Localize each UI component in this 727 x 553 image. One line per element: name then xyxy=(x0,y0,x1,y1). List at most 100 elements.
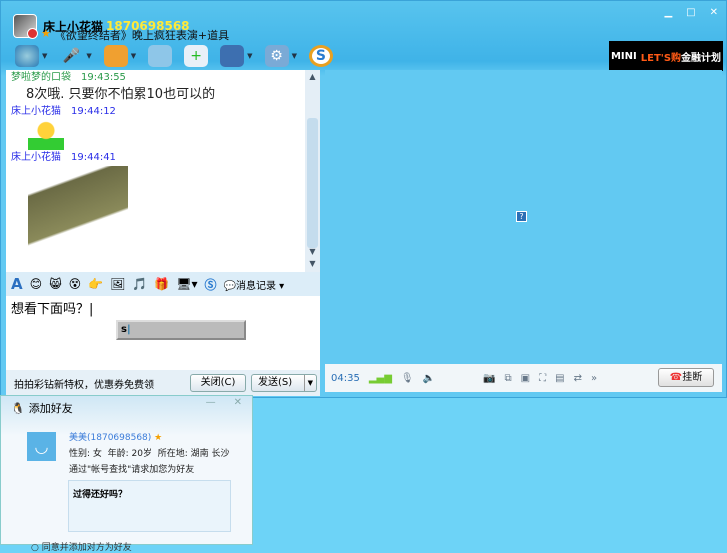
signal-icon: ▂▄▆ xyxy=(368,372,392,384)
camera-icon[interactable]: 📷 xyxy=(483,373,495,384)
editor-toolbar: A 😊 😸 😵 👉 🖼 🎵 🎁 🖥▾ Ⓢ 💬消息记录 ▾ xyxy=(6,272,320,296)
add-friend-title: 🐧 添加好友 xyxy=(11,400,73,416)
close-icon[interactable]: ✕ xyxy=(234,397,242,408)
scroll-thumb[interactable] xyxy=(307,118,318,248)
more-button[interactable]: » xyxy=(591,373,597,384)
ad-highlight: LET'S购 xyxy=(640,52,682,64)
history-button[interactable]: 💬消息记录 ▾ xyxy=(224,277,285,292)
music-icon[interactable]: 🎵 xyxy=(132,277,147,291)
scroll-down-icon[interactable]: ▼ xyxy=(307,259,318,270)
request-text: 通过"帐号查找"请求加您为好友 xyxy=(69,465,195,475)
scroll-down-icon[interactable]: ▼ xyxy=(307,247,318,258)
shake-icon[interactable]: 😵 xyxy=(69,277,82,291)
qq-penguin-icon: 🐧 xyxy=(11,401,25,415)
age: 年龄: 20岁 xyxy=(107,449,152,459)
video-call-icon[interactable] xyxy=(15,45,39,67)
message-header: 梦啦梦的口袋 19:43:55 xyxy=(6,70,320,86)
chevron-down-icon[interactable]: ▼ xyxy=(86,52,91,60)
minimize-icon[interactable]: — xyxy=(206,397,216,408)
send-button[interactable]: 发送(S) ▼ xyxy=(251,374,317,392)
message-text: 8次哦. 只要你不怕累10也可以的 xyxy=(26,87,216,102)
location: 所在地: 湖南 长沙 xyxy=(157,449,230,459)
nudge-icon[interactable]: 👉 xyxy=(88,277,103,291)
video-controls: 04:35 ▂▄▆ 🎙 🔈 📷 ⧉ ▣ ⛶ ▤ ⇄ » ☎挂断 xyxy=(325,364,722,392)
message-history: 梦啦梦的口袋 19:43:55 8次哦. 只要你不怕累10也可以的 床上小花猫 19… xyxy=(6,70,320,272)
sender: 床上小花猫 xyxy=(11,106,61,117)
timestamp: 19:44:12 xyxy=(71,106,116,117)
history-label: 消息记录 xyxy=(235,280,276,292)
sms-icon[interactable] xyxy=(148,45,173,67)
app-icon[interactable] xyxy=(220,45,245,67)
popout-icon[interactable]: ⧉ xyxy=(505,373,512,384)
emoticon-icon[interactable]: 😊 xyxy=(30,277,43,291)
minimize-icon[interactable]: ▁ xyxy=(664,7,672,18)
settings-icon[interactable]: ⚙ xyxy=(264,45,289,67)
soso-icon[interactable]: Ⓢ xyxy=(205,276,217,293)
window-controls: ▁ □ ✕ xyxy=(664,7,718,18)
chat-toolbar: ▼ 🎤 ▼ ▼ + ▼ ⚙ ▼ S xyxy=(15,45,333,67)
group-chat-icon[interactable]: + xyxy=(184,45,209,67)
soso-icon[interactable]: S xyxy=(308,45,333,67)
chevron-down-icon[interactable]: ▼ xyxy=(131,52,136,60)
phone-icon: ☎ xyxy=(669,372,683,383)
window-controls: — ✕ xyxy=(206,397,242,408)
close-button[interactable]: 关闭(C) xyxy=(190,374,246,392)
close-icon[interactable]: ✕ xyxy=(710,7,718,18)
title-text: 添加好友 xyxy=(28,402,73,415)
signature: ★ 《欲望终结者》晚上疯狂表演+道具 xyxy=(41,27,229,43)
video-panel: ? xyxy=(325,70,722,356)
input-text: 想看下面吗？ xyxy=(11,302,90,317)
ad-banner[interactable]: MINI LET'S购 金融计划 xyxy=(609,41,723,71)
hangup-button[interactable]: ☎挂断 xyxy=(658,368,714,387)
add-friend-window: 🐧 添加好友 — ✕ ◡ 美美(1870698568) ★ 性别: 女 年龄: 20… xyxy=(0,395,253,553)
chevron-down-icon[interactable]: ▼ xyxy=(292,52,297,60)
message-header: 床上小花猫 19:44:12 xyxy=(6,104,320,120)
scroll-up-icon[interactable]: ▲ xyxy=(307,72,318,83)
gift-icon[interactable]: 🎁 xyxy=(154,277,169,291)
send-label: 发送(S) xyxy=(258,377,293,388)
friend-info: 美美(1870698568) ★ 性别: 女 年龄: 20岁 所在地: 湖南 长… xyxy=(69,430,230,478)
message-input[interactable]: 想看下面吗？| s| xyxy=(6,296,320,370)
ad-suffix: 金融计划 xyxy=(681,52,722,64)
font-icon[interactable]: A xyxy=(11,275,23,293)
promo-link[interactable]: 拍拍彩钻新特权，优惠券免费领 xyxy=(14,376,154,391)
timestamp: 19:44:41 xyxy=(71,152,116,163)
maximize-icon[interactable]: □ xyxy=(686,7,695,18)
star-icon: ★ xyxy=(41,27,51,40)
send-file-icon[interactable] xyxy=(103,45,128,67)
chevron-down-icon[interactable]: ▼ xyxy=(303,375,313,391)
fullscreen-icon[interactable]: ⛶ xyxy=(539,373,546,384)
magic-emoticon-icon[interactable]: 😸 xyxy=(49,277,62,291)
message-header: 床上小花猫 19:44:41 xyxy=(6,150,320,166)
scrollbar[interactable]: ▲ ▼ ▼ xyxy=(305,70,320,272)
swap-icon[interactable]: ⇄ xyxy=(574,373,582,384)
fit-icon[interactable]: ▣ xyxy=(521,373,530,384)
chevron-down-icon[interactable]: ▼ xyxy=(42,52,47,60)
signature-text: 《欲望终结者》晚上疯狂表演+道具 xyxy=(54,29,230,42)
star-icon: ★ xyxy=(154,433,163,443)
emoticon-image xyxy=(28,120,64,150)
request-message: 过得还好吗？ xyxy=(68,480,231,532)
microphone-icon[interactable]: 🎙 xyxy=(401,373,414,384)
avatar[interactable] xyxy=(13,14,38,39)
friend-name[interactable]: 美美(1870698568) xyxy=(69,433,151,443)
friend-avatar[interactable]: ◡ xyxy=(27,432,56,461)
ime-composition: s| xyxy=(116,320,246,340)
sender: 床上小花猫 xyxy=(11,152,61,163)
accept-option[interactable]: ○ 同意并添加对方为好友 xyxy=(31,540,132,553)
call-time: 04:35 xyxy=(331,372,360,384)
gender: 性别: 女 xyxy=(69,449,102,459)
voice-call-icon[interactable]: 🎤 xyxy=(59,45,83,67)
chevron-down-icon[interactable]: ▼ xyxy=(247,52,252,60)
pip-icon[interactable]: ▤ xyxy=(555,373,564,384)
speaker-icon[interactable]: 🔈 xyxy=(423,373,435,384)
animated-image xyxy=(28,166,128,270)
broken-image-icon: ? xyxy=(516,211,527,222)
ad-prefix: MINI xyxy=(610,50,637,62)
screenshot-icon[interactable]: 🖥▾ xyxy=(176,277,197,291)
sender: 梦啦梦的口袋 xyxy=(11,72,71,83)
timestamp: 19:43:55 xyxy=(81,72,126,83)
hangup-label: 挂断 xyxy=(682,372,703,383)
image-icon[interactable]: 🖼 xyxy=(110,277,125,291)
bottom-bar: 拍拍彩钻新特权，优惠券免费领 关闭(C) 发送(S) ▼ xyxy=(6,370,320,396)
